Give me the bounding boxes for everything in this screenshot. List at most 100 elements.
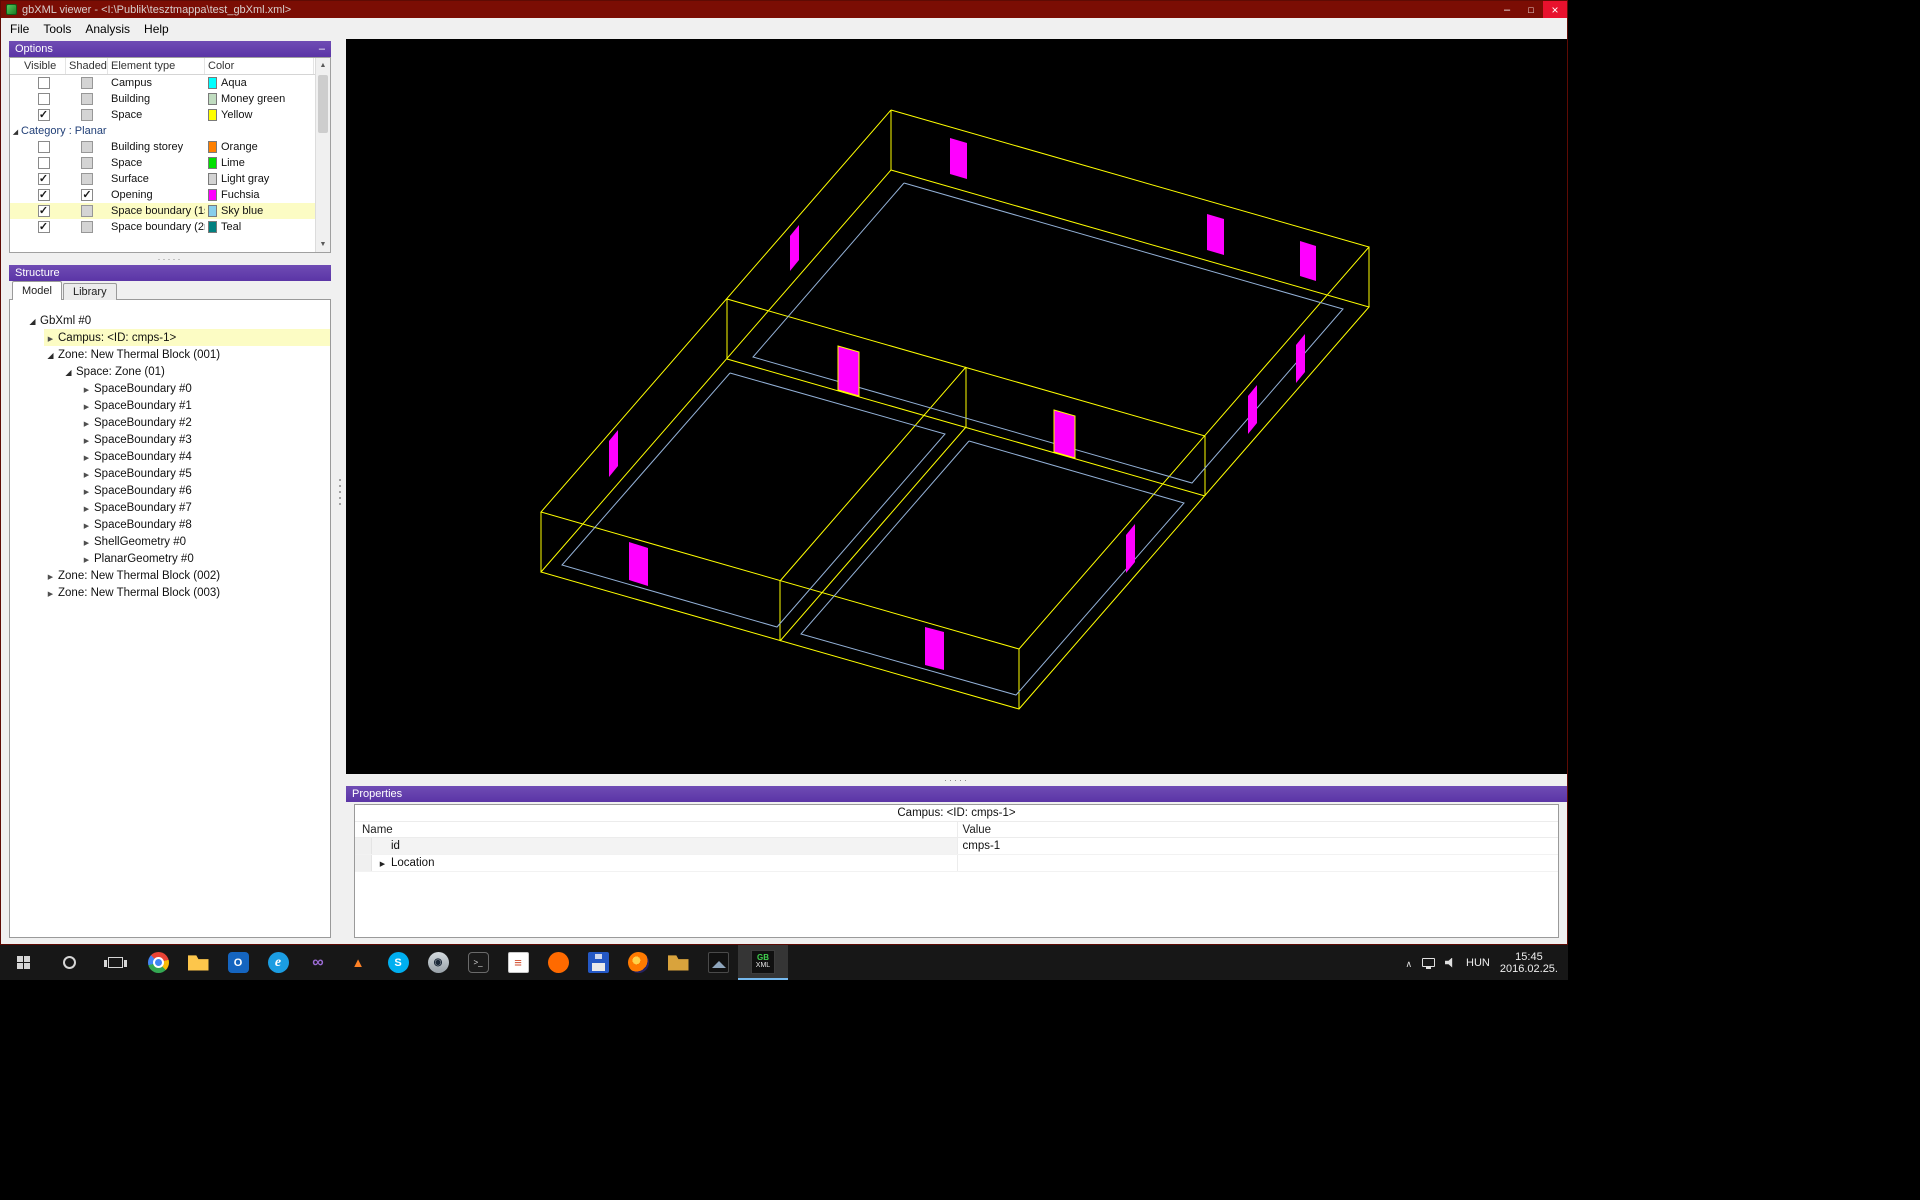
shaded-checkbox[interactable] bbox=[81, 157, 93, 169]
visible-checkbox[interactable] bbox=[37, 204, 50, 217]
tree-expand-icon[interactable] bbox=[80, 553, 93, 565]
visible-checkbox[interactable] bbox=[37, 108, 50, 121]
tree-expand-icon[interactable] bbox=[44, 570, 57, 582]
scroll-down-icon[interactable]: ▼ bbox=[316, 237, 330, 252]
3d-viewport[interactable] bbox=[346, 39, 1567, 774]
visible-checkbox[interactable] bbox=[37, 141, 50, 153]
options-row-opening[interactable]: Opening Fuchsia bbox=[10, 187, 330, 203]
scroll-up-icon[interactable]: ▲ bbox=[316, 58, 330, 73]
tree-expand-icon[interactable] bbox=[26, 315, 39, 327]
properties-row-location[interactable]: Location bbox=[355, 855, 1558, 872]
shaded-checkbox[interactable] bbox=[81, 109, 93, 121]
tree-expand-icon[interactable] bbox=[44, 587, 57, 599]
taskbar-clock[interactable]: 15:45 2016.02.25. bbox=[1500, 951, 1558, 975]
tree-item-spaceboundary-0[interactable]: SpaceBoundary #0 bbox=[10, 380, 330, 397]
close-button[interactable] bbox=[1543, 1, 1567, 18]
shaded-checkbox[interactable] bbox=[81, 77, 93, 89]
expand-icon[interactable] bbox=[378, 857, 387, 869]
group-expand-icon[interactable] bbox=[13, 125, 18, 137]
taskbar-icon-folder-dark[interactable] bbox=[658, 945, 698, 980]
visible-checkbox[interactable] bbox=[37, 77, 50, 89]
taskbar-icon-document[interactable] bbox=[498, 945, 538, 980]
tab-library[interactable]: Library bbox=[62, 283, 117, 300]
menu-tools[interactable]: Tools bbox=[36, 20, 78, 38]
options-row-campus[interactable]: Campus Aqua bbox=[10, 75, 330, 91]
display-icon[interactable] bbox=[1422, 958, 1436, 969]
taskbar-icon-visual-studio[interactable] bbox=[298, 945, 338, 980]
taskbar-icon-firefox[interactable] bbox=[618, 945, 658, 980]
properties-row-id[interactable]: id cmps-1 bbox=[355, 838, 1558, 855]
shaded-checkbox[interactable] bbox=[81, 221, 93, 233]
taskbar-icon-skype[interactable] bbox=[378, 945, 418, 980]
shaded-checkbox[interactable] bbox=[81, 205, 93, 217]
tab-model[interactable]: Model bbox=[12, 281, 62, 300]
taskbar-icon-gbxml-active[interactable]: GB XML bbox=[738, 945, 788, 980]
tree-item-zone-001[interactable]: Zone: New Thermal Block (001) bbox=[10, 346, 330, 363]
taskbar-icon-outlook[interactable] bbox=[218, 945, 258, 980]
shaded-checkbox[interactable] bbox=[81, 188, 93, 201]
tree-item-spaceboundary-3[interactable]: SpaceBoundary #3 bbox=[10, 431, 330, 448]
taskbar-icon-edge[interactable] bbox=[258, 945, 298, 980]
visible-checkbox[interactable] bbox=[37, 188, 50, 201]
minimize-button[interactable] bbox=[1495, 1, 1519, 18]
tree-expand-icon[interactable] bbox=[80, 519, 93, 531]
tree-expand-icon[interactable] bbox=[80, 417, 93, 429]
options-row-building-storey[interactable]: Building storey Orange bbox=[10, 139, 330, 155]
visible-checkbox[interactable] bbox=[37, 93, 50, 105]
tree-item-spaceboundary-6[interactable]: SpaceBoundary #6 bbox=[10, 482, 330, 499]
tree-item-spaceboundary-4[interactable]: SpaceBoundary #4 bbox=[10, 448, 330, 465]
tree-expand-icon[interactable] bbox=[80, 536, 93, 548]
menu-analysis[interactable]: Analysis bbox=[78, 20, 137, 38]
tree-item-zone-003[interactable]: Zone: New Thermal Block (003) bbox=[10, 584, 330, 601]
search-button[interactable] bbox=[46, 945, 92, 980]
shaded-checkbox[interactable] bbox=[81, 93, 93, 105]
taskbar-icon-save[interactable] bbox=[578, 945, 618, 980]
tree-expand-icon[interactable] bbox=[80, 502, 93, 514]
tree-item-campus[interactable]: Campus: <ID: cmps-1> bbox=[10, 329, 330, 346]
language-indicator[interactable]: HUN bbox=[1466, 957, 1490, 969]
visible-checkbox[interactable] bbox=[37, 220, 50, 233]
tree-expand-icon[interactable] bbox=[44, 349, 57, 361]
options-row-space-boundary-2nd[interactable]: Space boundary (2nd) Teal bbox=[10, 219, 330, 235]
tree-expand-icon[interactable] bbox=[80, 383, 93, 395]
collapse-icon[interactable] bbox=[319, 43, 325, 55]
visible-checkbox[interactable] bbox=[37, 172, 50, 185]
start-button[interactable] bbox=[0, 945, 46, 980]
options-row-space-planar[interactable]: Space Lime bbox=[10, 155, 330, 171]
taskbar-icon-chrome[interactable] bbox=[138, 945, 178, 980]
tree-item-spaceboundary-8[interactable]: SpaceBoundary #8 bbox=[10, 516, 330, 533]
taskbar-icon-orange-app[interactable] bbox=[538, 945, 578, 980]
task-view-button[interactable] bbox=[92, 945, 138, 980]
options-row-building[interactable]: Building Money green bbox=[10, 91, 330, 107]
taskbar-icon-steam[interactable] bbox=[418, 945, 458, 980]
visible-checkbox[interactable] bbox=[37, 157, 50, 169]
tree-item-zone-002[interactable]: Zone: New Thermal Block (002) bbox=[10, 567, 330, 584]
tree-item-spaceboundary-2[interactable]: SpaceBoundary #2 bbox=[10, 414, 330, 431]
tree-item-spaceboundary-5[interactable]: SpaceBoundary #5 bbox=[10, 465, 330, 482]
splitter-vertical[interactable] bbox=[333, 39, 346, 944]
tree-item-planargeometry-0[interactable]: PlanarGeometry #0 bbox=[10, 550, 330, 567]
tree-item-shellgeometry-0[interactable]: ShellGeometry #0 bbox=[10, 533, 330, 550]
taskbar-icon-vlc[interactable] bbox=[338, 945, 378, 980]
taskbar-icon-file-explorer[interactable] bbox=[178, 945, 218, 980]
splitter-horizontal[interactable]: ····· bbox=[9, 253, 331, 265]
splitter-horizontal-properties[interactable]: ····· bbox=[346, 774, 1567, 786]
menu-file[interactable]: File bbox=[3, 20, 36, 38]
taskbar-icon-terminal[interactable] bbox=[458, 945, 498, 980]
shaded-checkbox[interactable] bbox=[81, 141, 93, 153]
maximize-button[interactable] bbox=[1519, 1, 1543, 18]
options-scrollbar[interactable]: ▲ ▼ bbox=[315, 58, 330, 252]
options-row-space-boundary-1st[interactable]: Space boundary (1st) Sky blue bbox=[10, 203, 330, 219]
options-group-planar[interactable]: Category : Planar bbox=[10, 123, 330, 139]
tree-item-spaceboundary-7[interactable]: SpaceBoundary #7 bbox=[10, 499, 330, 516]
options-row-surface[interactable]: Surface Light gray bbox=[10, 171, 330, 187]
tree-expand-icon[interactable] bbox=[44, 332, 57, 344]
menu-help[interactable]: Help bbox=[137, 20, 176, 38]
options-row-space[interactable]: Space Yellow bbox=[10, 107, 330, 123]
scrollbar-thumb[interactable] bbox=[318, 75, 328, 133]
tree-item-spaceboundary-1[interactable]: SpaceBoundary #1 bbox=[10, 397, 330, 414]
tree-item-space-zone-01[interactable]: Space: Zone (01) bbox=[10, 363, 330, 380]
tree-expand-icon[interactable] bbox=[80, 485, 93, 497]
tree-expand-icon[interactable] bbox=[80, 451, 93, 463]
shaded-checkbox[interactable] bbox=[81, 173, 93, 185]
